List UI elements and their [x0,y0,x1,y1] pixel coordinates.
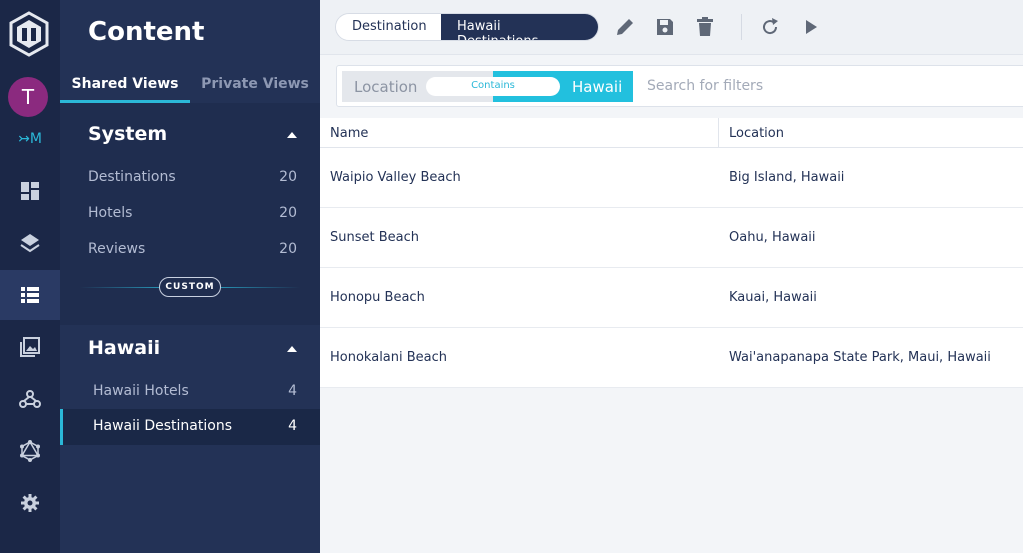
table-row[interactable]: Waipio Valley Beach Big Island, Hawaii [320,148,1023,208]
cell-location: Wai'anapanapa State Park, Maui, Hawaii [729,350,991,365]
sidebar-item-hotels[interactable]: Hotels 20 [60,196,320,232]
breadcrumb-model[interactable]: Destination [336,14,441,40]
column-header-name[interactable]: Name [330,126,368,141]
panel-title: Content [88,17,205,47]
sidebar-item-reviews[interactable]: Reviews 20 [60,232,320,268]
cell-name: Waipio Valley Beach [330,170,461,185]
filter-search-input[interactable] [647,78,947,94]
cell-location: Big Island, Hawaii [729,170,845,185]
sidebar-item-count: 20 [279,169,297,185]
cell-location: Kauai, Hawaii [729,290,817,305]
table-header: Name Location [320,118,1023,148]
main-area: Destination Hawaii Destinations Location… [320,0,1023,553]
sidebar-item-count: 4 [288,383,297,399]
play-icon[interactable] [799,15,823,39]
collapse-caret-icon[interactable] [287,346,297,352]
sidebar-item-count: 20 [279,241,297,257]
user-avatar[interactable]: T [8,77,48,117]
dashboard-icon[interactable] [0,166,60,216]
sidebar-item-count: 4 [288,418,297,434]
custom-badge: CUSTOM [159,277,221,297]
save-icon[interactable] [653,15,677,39]
delete-trash-icon[interactable] [693,15,717,39]
content-panel: Content Shared Views Private Views Syste… [60,0,320,553]
collapse-caret-icon[interactable] [287,132,297,138]
webhooks-icon[interactable] [0,374,60,424]
column-divider[interactable] [718,118,719,148]
sidebar-item-label: Hawaii Hotels [93,383,189,399]
sidebar-item-label: Destinations [88,169,176,185]
sidebar-item-count: 20 [279,205,297,221]
breadcrumb-view[interactable]: Hawaii Destinations [441,14,598,40]
edit-pencil-icon[interactable] [613,15,637,39]
sidebar-item-label: Hotels [88,205,133,221]
toolbar: Destination Hawaii Destinations [320,0,1023,55]
system-section-title[interactable]: System [88,123,167,145]
sidebar-item-label: Hawaii Destinations [93,418,232,434]
table-row[interactable]: Honopu Beach Kauai, Hawaii [320,268,1023,328]
sidebar-item-destinations[interactable]: Destinations 20 [60,160,320,196]
content-table: Name Location Waipio Valley Beach Big Is… [320,118,1023,388]
graphql-icon[interactable] [0,426,60,476]
app-logo-icon[interactable] [8,11,50,57]
filter-operator[interactable]: Contains [426,77,560,96]
refresh-icon[interactable] [758,15,782,39]
filter-field[interactable]: Location [342,71,427,102]
settings-gear-icon[interactable] [0,478,60,528]
view-tabs: Shared Views Private Views [60,66,320,103]
brand-mark: ↣M [18,131,42,147]
layers-icon[interactable] [0,218,60,268]
cell-location: Oahu, Hawaii [729,230,816,245]
cell-name: Honokalani Beach [330,350,448,365]
table-row[interactable]: Sunset Beach Oahu, Hawaii [320,208,1023,268]
table-row[interactable]: Honokalani Beach Wai'anapanapa State Par… [320,328,1023,388]
column-header-location[interactable]: Location [729,126,784,141]
sidebar-item-hawaii-destinations[interactable]: Hawaii Destinations 4 [60,409,320,445]
breadcrumb: Destination Hawaii Destinations [335,13,599,41]
tab-private-views[interactable]: Private Views [190,66,320,103]
tab-shared-views[interactable]: Shared Views [60,66,190,103]
sidebar-item-hawaii-hotels[interactable]: Hawaii Hotels 4 [60,374,320,410]
content-list-icon[interactable] [0,270,60,320]
filter-value[interactable]: Hawaii [572,78,622,96]
sidebar-item-label: Reviews [88,241,146,257]
cell-name: Honopu Beach [330,290,425,305]
assets-icon[interactable] [0,322,60,372]
toolbar-divider [741,14,742,40]
icon-rail: T ↣M [0,0,60,553]
cell-name: Sunset Beach [330,230,420,245]
filter-bar: Location Contains Hawaii [336,65,1023,107]
hawaii-section-title[interactable]: Hawaii [88,337,160,359]
